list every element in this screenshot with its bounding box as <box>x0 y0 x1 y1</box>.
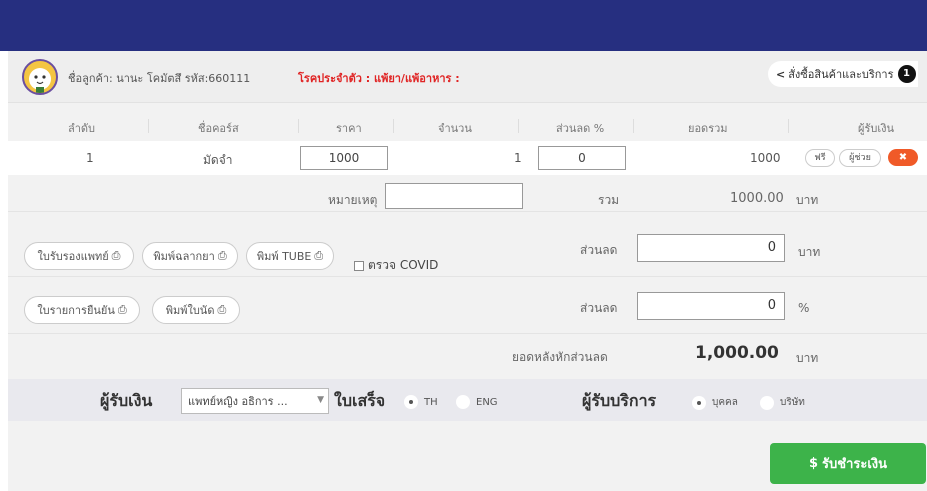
divider <box>8 276 927 277</box>
net-label: ยอดหลังหักส่วนลด <box>512 350 608 364</box>
radio-dot <box>760 395 774 410</box>
receiver-label: ผู้รับเงิน <box>100 391 153 410</box>
confirm-list-button[interactable]: ใบรายการยืนยัน ⎙ <box>24 296 140 324</box>
net-value: 1,000.00 <box>695 343 779 363</box>
discount-percent-input[interactable]: 0 <box>538 146 626 170</box>
cart-count-badge: 1 <box>897 65 916 83</box>
note-label: หมายเหตุ <box>328 193 378 207</box>
receipt-eng-label: ENG <box>476 396 498 408</box>
receive-payment-button[interactable]: $ รับชำระเงิน <box>770 443 926 484</box>
radio-dot <box>404 395 418 409</box>
covid-label: ตรวจ COVID <box>368 258 439 272</box>
col-qty: จำนวน <box>438 122 472 135</box>
discount-percent-total-input[interactable]: 0 <box>637 292 785 320</box>
discount-percent-label: ส่วนลด <box>580 301 618 315</box>
net-unit: บาท <box>796 351 819 365</box>
divider <box>8 333 927 334</box>
table-row: 1 มัดจำ 1000 1 0 1000 ฟรี ผู้ช่วย ✖ <box>8 141 927 175</box>
col-receiver: ผู้รับเงิน <box>858 122 894 135</box>
printer-icon: ⎙ <box>314 249 324 262</box>
service-label: ผู้รับบริการ <box>582 391 657 410</box>
row-index: 1 <box>86 151 94 165</box>
col-course: ชื่อคอร์ส <box>198 122 239 135</box>
table-header: ลำดับ ชื่อคอร์ส ราคา จำนวน ส่วนลด % ยอดร… <box>8 115 927 137</box>
discount-baht-label: ส่วนลด <box>580 243 618 257</box>
row-qty: 1 <box>514 151 522 165</box>
top-navbar <box>0 0 927 51</box>
confirm-list-label: ใบรายการยืนยัน <box>37 304 115 317</box>
discount-percent-unit: % <box>798 301 810 315</box>
sum-unit: บาท <box>796 193 819 207</box>
receipt-th-radio[interactable]: TH <box>404 395 438 409</box>
sum-value: 1000.00 <box>730 191 784 206</box>
print-label-label: พิมพ์ฉลากยา <box>153 250 215 263</box>
print-tube-button[interactable]: พิมพ์ TUBE ⎙ <box>246 242 334 270</box>
cat-avatar-icon <box>29 68 51 93</box>
col-divider <box>298 119 299 133</box>
delete-row-button[interactable]: ✖ <box>888 149 918 166</box>
receive-payment-label: รับชำระเงิน <box>822 457 888 472</box>
customer-info: ชื่อลูกค้า: นานะ โคมัตสึ รหัส:660111 <box>68 72 251 85</box>
print-tube-label: พิมพ์ TUBE <box>256 250 312 263</box>
discount-baht-unit: บาท <box>798 245 821 259</box>
row-total: 1000 <box>750 151 781 165</box>
chevron-left-icon: < <box>776 67 786 81</box>
col-index: ลำดับ <box>68 122 96 135</box>
divider <box>8 211 927 212</box>
doctor-cert-label: ใบรับรองแพทย์ <box>37 250 109 263</box>
print-appointment-label: พิมพ์ใบนัด <box>165 304 215 317</box>
col-divider <box>148 119 149 133</box>
print-appointment-button[interactable]: พิมพ์ใบนัด ⎙ <box>152 296 240 324</box>
receipt-label: ใบเสร็จ <box>334 391 386 410</box>
customer-header: ชื่อลูกค้า: นานะ โคมัตสึ รหัส:660111 โรค… <box>8 51 927 103</box>
back-button-label: สั่งซื้อสินค้าและบริการ <box>788 68 894 81</box>
price-input[interactable]: 1000 <box>300 146 388 170</box>
customer-avatar <box>22 59 58 95</box>
service-person-radio[interactable]: บุคคล <box>692 395 738 410</box>
col-total: ยอดรวม <box>688 122 728 135</box>
caret-down-icon: ▼ <box>317 395 324 405</box>
checkbox-box <box>354 260 364 271</box>
radio-dot <box>692 395 706 410</box>
allergy-info: โรคประจำตัว : แพ้ยา/แพ้อาหาร : <box>298 72 460 85</box>
receiver-select[interactable]: แพทย์หญิง อธิการ ... ▼ <box>181 388 329 414</box>
printer-icon: ⎙ <box>111 249 121 262</box>
printer-icon: ⎙ <box>117 303 127 316</box>
sum-label: รวม <box>598 193 620 207</box>
printer-icon: ⎙ <box>217 249 227 262</box>
service-company-radio[interactable]: บริษัท <box>760 395 805 410</box>
col-divider <box>633 119 634 133</box>
assistant-button[interactable]: ผู้ช่วย <box>839 149 881 167</box>
payment-panel: ชื่อลูกค้า: นานะ โคมัตสึ รหัส:660111 โรค… <box>8 51 927 491</box>
service-person-label: บุคคล <box>712 397 738 408</box>
discount-baht-input[interactable]: 0 <box>637 234 785 262</box>
doctor-cert-button[interactable]: ใบรับรองแพทย์ ⎙ <box>24 242 134 270</box>
row-course: มัดจำ <box>203 153 233 167</box>
col-price: ราคา <box>336 122 362 135</box>
print-label-button[interactable]: พิมพ์ฉลากยา ⎙ <box>142 242 238 270</box>
back-to-order-button[interactable]: < สั่งซื้อสินค้าและบริการ 1 <box>768 61 918 87</box>
dollar-icon: $ <box>808 456 819 471</box>
receipt-th-label: TH <box>424 396 438 408</box>
free-button[interactable]: ฟรี <box>805 149 835 167</box>
col-discount: ส่วนลด % <box>556 122 605 135</box>
col-divider <box>518 119 519 133</box>
service-company-label: บริษัท <box>780 397 805 408</box>
receiver-selected: แพทย์หญิง อธิการ ... <box>188 395 288 408</box>
radio-dot <box>456 395 470 409</box>
receipt-eng-radio[interactable]: ENG <box>456 395 498 409</box>
col-divider <box>393 119 394 133</box>
note-input[interactable] <box>385 183 523 209</box>
covid-checkbox[interactable]: ตรวจ COVID <box>354 256 438 275</box>
col-divider <box>788 119 789 133</box>
printer-icon: ⎙ <box>217 303 227 316</box>
